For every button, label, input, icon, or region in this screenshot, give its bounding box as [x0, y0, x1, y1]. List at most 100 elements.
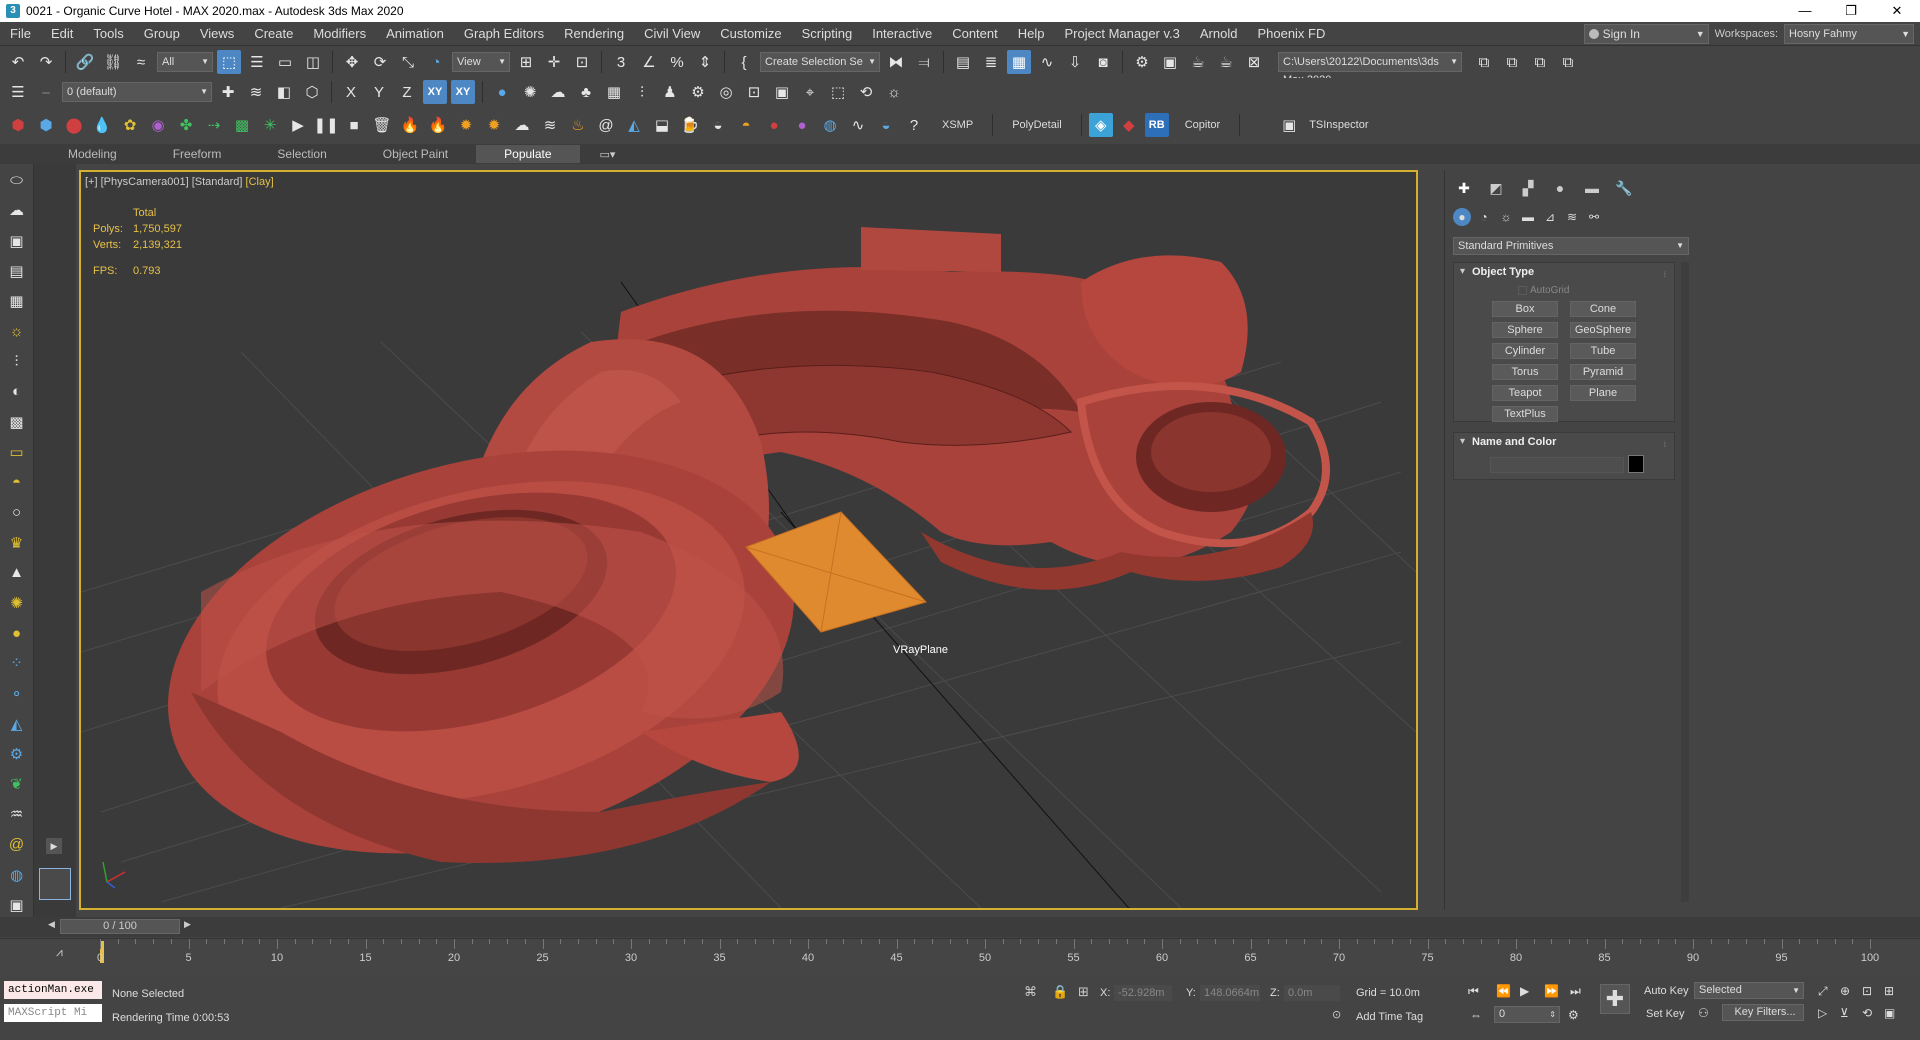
- grid-table-icon[interactable]: ▦: [602, 80, 626, 104]
- circle-icon[interactable]: ○: [4, 500, 30, 524]
- name-and-color-header[interactable]: Name and Color ⁞: [1454, 433, 1674, 451]
- tree-icon[interactable]: ♣: [574, 80, 598, 104]
- globe-icon[interactable]: ◍: [4, 863, 30, 887]
- set-key-big-button[interactable]: ✚: [1600, 984, 1630, 1014]
- dome-icon[interactable]: ◓: [4, 470, 30, 494]
- sky-icon[interactable]: ☁: [546, 80, 570, 104]
- workspace-select[interactable]: Hosny Fahmy ▼: [1784, 24, 1914, 44]
- menu-civil-view[interactable]: Civil View: [634, 22, 710, 46]
- layer-explorer-icon[interactable]: ≣: [979, 50, 1003, 74]
- sliders-icon[interactable]: ⫶: [4, 349, 30, 373]
- create-tab-icon[interactable]: ✚: [1453, 178, 1475, 198]
- geometry-icon[interactable]: ●: [1453, 208, 1471, 226]
- menu-help[interactable]: Help: [1008, 22, 1055, 46]
- ribbon-toggle-icon[interactable]: ▦: [1007, 50, 1031, 74]
- unlink-icon[interactable]: ⛓: [101, 50, 125, 74]
- axis-z-button[interactable]: Z: [395, 80, 419, 104]
- grid-green-icon[interactable]: ▩: [230, 113, 254, 137]
- safe-frame-icon[interactable]: ⊡: [742, 80, 766, 104]
- sun-icon[interactable]: ✺: [4, 591, 30, 615]
- previous-frame-icon[interactable]: ⏪: [1496, 984, 1511, 998]
- tube-button[interactable]: Tube: [1570, 343, 1636, 359]
- orbit-icon[interactable]: ⟲: [1862, 1006, 1872, 1020]
- half-circle-icon[interactable]: ◐: [4, 379, 30, 403]
- systems-icon[interactable]: ⚯: [1585, 208, 1603, 226]
- tab-object-paint[interactable]: Object Paint: [355, 145, 476, 163]
- blue-swirl-icon[interactable]: ◍: [818, 113, 842, 137]
- cube-red-icon[interactable]: ⬢: [6, 113, 30, 137]
- rotate-icon[interactable]: ⟳: [368, 50, 392, 74]
- box-button[interactable]: Box: [1492, 301, 1558, 317]
- menu-edit[interactable]: Edit: [41, 22, 83, 46]
- cameras-icon[interactable]: ▬: [1519, 208, 1537, 226]
- fire-3-icon[interactable]: ✹: [454, 113, 478, 137]
- walk-icon[interactable]: ⊻: [1840, 1006, 1849, 1020]
- hair-icon[interactable]: ♒: [4, 802, 30, 826]
- layers-stack-icon[interactable]: ≋: [244, 80, 268, 104]
- character-icon[interactable]: ♟: [658, 80, 682, 104]
- pan-icon[interactable]: ▷: [1818, 1006, 1827, 1020]
- zoom-extents-icon[interactable]: ⊡: [1862, 984, 1872, 998]
- angle-snap-icon[interactable]: ∠: [637, 50, 661, 74]
- viewport-camera[interactable]: [PhysCamera001]: [101, 176, 189, 188]
- time-config-icon[interactable]: ⚙: [1568, 1008, 1579, 1022]
- link-icon[interactable]: 🔗: [73, 50, 97, 74]
- cube-plugin-icon[interactable]: ◈: [1088, 113, 1113, 137]
- field-of-view-icon[interactable]: ⊞: [1884, 984, 1894, 998]
- key-mode-select[interactable]: Selected ▼: [1694, 982, 1804, 999]
- layer-properties-icon[interactable]: ⬡: [300, 80, 324, 104]
- layer-select[interactable]: 0 (default) ▼: [62, 82, 212, 102]
- key-filters-button[interactable]: Key Filters...: [1722, 1004, 1804, 1021]
- select-by-name-icon[interactable]: ☰: [245, 50, 269, 74]
- zoom-icon[interactable]: ⤢: [1818, 984, 1828, 999]
- redo-icon[interactable]: ↷: [34, 50, 58, 74]
- camera-icon[interactable]: ▣: [770, 80, 794, 104]
- axis-xy-cycle-button[interactable]: XY: [451, 80, 475, 104]
- maxscript-listener-output[interactable]: actionMan.exe: [4, 981, 102, 999]
- play-icon[interactable]: ▶: [286, 113, 310, 137]
- viewport-mode[interactable]: [Standard]: [192, 176, 243, 188]
- torus-button[interactable]: Torus: [1492, 364, 1558, 380]
- burst-green-icon[interactable]: ✳: [258, 113, 282, 137]
- pyramid-button[interactable]: Pyramid: [1570, 364, 1636, 380]
- add-time-tag-button[interactable]: Add Time Tag: [1356, 1011, 1423, 1023]
- lights-icon[interactable]: ☼: [1497, 208, 1515, 226]
- z-coord-field[interactable]: 0.0m: [1284, 985, 1340, 1001]
- help-icon[interactable]: ?: [902, 113, 926, 137]
- tab-selection[interactable]: Selection: [249, 145, 354, 163]
- time-slider-thumb[interactable]: 0 / 100: [60, 919, 180, 934]
- absolute-mode-icon[interactable]: ⊞: [1078, 984, 1089, 1000]
- ocean-icon[interactable]: ◒: [874, 113, 898, 137]
- tab-freeform[interactable]: Freeform: [145, 145, 250, 163]
- menu-modifiers[interactable]: Modifiers: [303, 22, 376, 46]
- axis-xy-button[interactable]: XY: [423, 80, 447, 104]
- utilities-tab-icon[interactable]: 🔧: [1613, 178, 1635, 198]
- next-frame-icon[interactable]: ⏩: [1544, 984, 1559, 998]
- menu-interactive[interactable]: Interactive: [862, 22, 942, 46]
- tab-modeling[interactable]: Modeling: [40, 145, 145, 163]
- scene-explorer-icon[interactable]: ▤: [951, 50, 975, 74]
- object-color-swatch[interactable]: [1628, 455, 1644, 473]
- render-iterative-icon[interactable]: ☕: [1214, 50, 1238, 74]
- select-layer-icon[interactable]: ◧: [272, 80, 296, 104]
- wind-icon[interactable]: ≋: [538, 113, 562, 137]
- cylinder-button[interactable]: Cylinder: [1492, 343, 1558, 359]
- move-icon[interactable]: ✥: [340, 50, 364, 74]
- time-next-arrow-icon[interactable]: ▶: [184, 919, 194, 933]
- align-icon[interactable]: ⫤: [912, 50, 936, 74]
- current-frame-field[interactable]: 0 ⇕: [1494, 1006, 1560, 1023]
- trash-icon[interactable]: 🗑: [370, 113, 394, 137]
- modify-tab-icon[interactable]: ◩: [1485, 178, 1507, 198]
- menu-file[interactable]: File: [0, 22, 41, 46]
- placement-icon[interactable]: ◔: [424, 50, 448, 74]
- selection-filter-select[interactable]: All ▼: [157, 52, 213, 72]
- fire-4-icon[interactable]: ✹: [482, 113, 506, 137]
- diamond-plugin-icon[interactable]: ◆: [1117, 113, 1141, 137]
- helpers-icon[interactable]: ⊿: [1541, 208, 1559, 226]
- bind-spacewarp-icon[interactable]: ≈: [129, 50, 153, 74]
- shapes-icon[interactable]: ◔: [1475, 208, 1493, 226]
- curve-editor-icon[interactable]: ∿: [1035, 50, 1059, 74]
- beer-icon[interactable]: 🍺: [678, 113, 702, 137]
- app-icon[interactable]: 3: [6, 4, 20, 18]
- liquid-icon[interactable]: ◭: [622, 113, 646, 137]
